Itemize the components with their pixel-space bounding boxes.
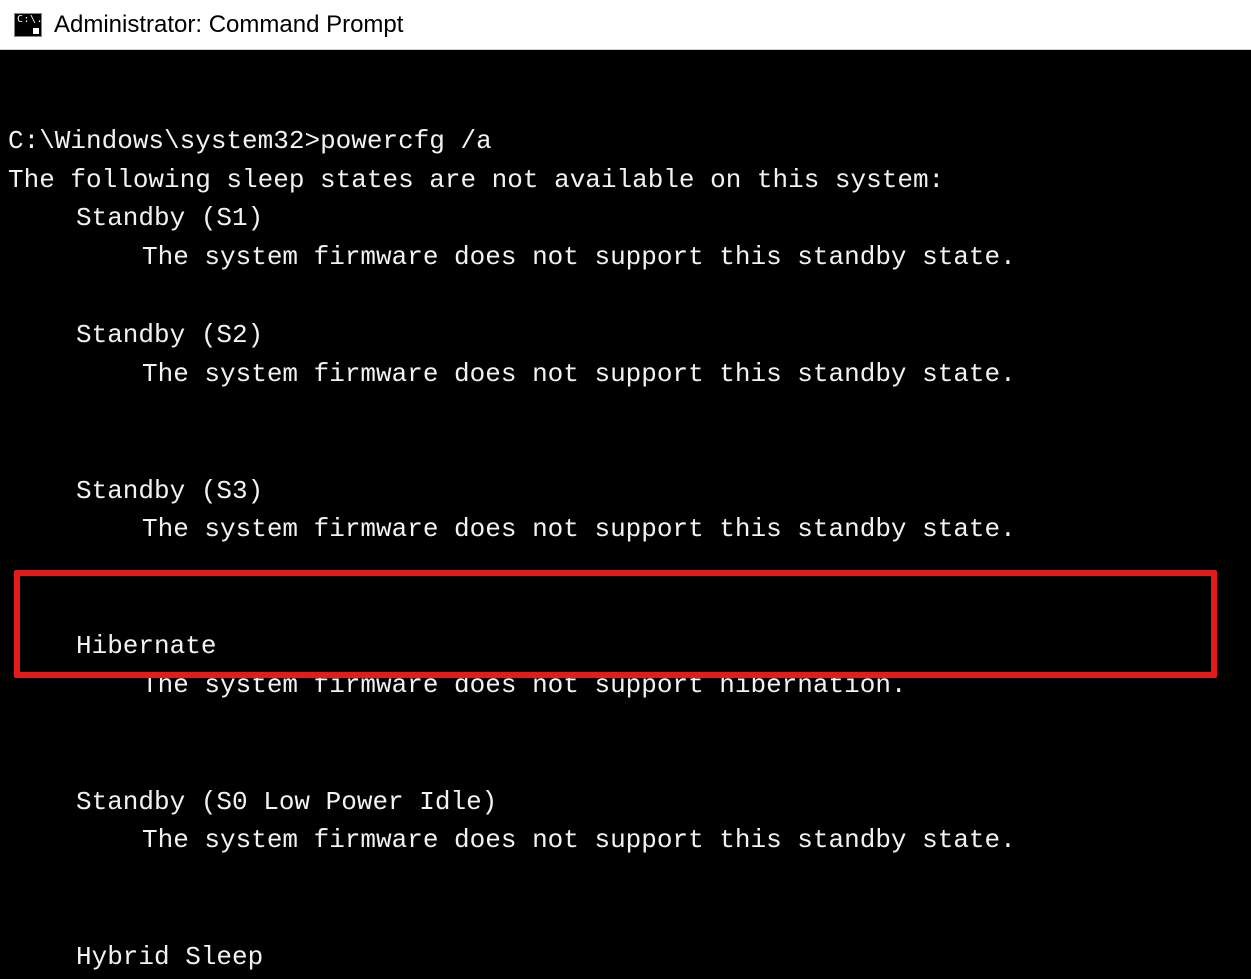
window-title: Administrator: Command Prompt [54,11,403,39]
state-block: Standby (S3) The system firmware does no… [8,472,1243,549]
state-name: Standby (S3) [8,476,263,506]
prompt: C:\Windows\system32> [8,126,320,156]
state-detail: The system firmware does not support thi… [8,825,1016,855]
terminal-output[interactable]: C:\Windows\system32>powercfg /a The foll… [0,50,1251,979]
state-block: Hybrid Sleep Standby (S3) is not availab… [8,938,1243,979]
state-block-highlighted: Standby (S0 Low Power Idle) The system f… [8,783,1243,860]
state-detail: The system firmware does not support hib… [8,670,907,700]
state-name: Hibernate [8,631,216,661]
state-block: Standby (S2) The system firmware does no… [8,316,1243,393]
state-detail: The system firmware does not support thi… [8,242,1016,272]
output-header: The following sleep states are not avail… [8,165,944,195]
title-bar[interactable]: C:\. Administrator: Command Prompt [0,0,1251,50]
state-detail: The system firmware does not support thi… [8,514,1016,544]
state-name: Hybrid Sleep [8,942,263,972]
prompt-line: C:\Windows\system32>powercfg /a [8,126,492,156]
state-name: Standby (S0 Low Power Idle) [8,787,497,817]
state-block: Hibernate The system firmware does not s… [8,627,1243,704]
state-name: Standby (S2) [8,320,263,350]
command-prompt-window: C:\. Administrator: Command Prompt C:\Wi… [0,0,1251,979]
state-name: Standby (S1) [8,203,263,233]
state-detail: The system firmware does not support thi… [8,359,1016,389]
cmd-icon: C:\. [14,13,42,37]
command: powercfg /a [320,126,492,156]
